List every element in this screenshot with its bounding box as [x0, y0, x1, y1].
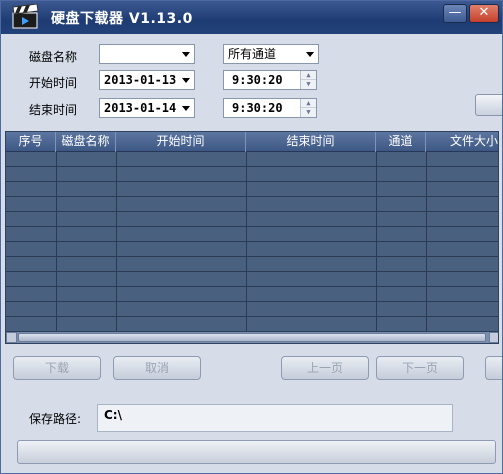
- horizontal-scrollbar[interactable]: [6, 331, 498, 343]
- prev-page-button[interactable]: 上一页: [281, 356, 369, 380]
- start-date-picker[interactable]: 2013-01-13: [99, 70, 195, 90]
- column-divider: [426, 152, 427, 335]
- spin-up-icon[interactable]: ▲: [301, 99, 316, 108]
- column-divider: [116, 152, 117, 335]
- start-time-label: 开始时间: [29, 76, 78, 90]
- spinner-buttons[interactable]: ▲ ▼: [300, 71, 316, 89]
- column-header[interactable]: 文件大小: [426, 132, 498, 152]
- disk-name-select[interactable]: [99, 44, 195, 64]
- chevron-down-icon[interactable]: [182, 106, 190, 111]
- file-table[interactable]: 序号 磁盘名称 开始时间 结束时间 通道 文件大小: [5, 131, 499, 344]
- column-header[interactable]: 结束时间: [246, 132, 376, 152]
- minimize-button[interactable]: —: [443, 4, 467, 23]
- column-divider: [56, 152, 57, 335]
- start-date-value: 2013-01-13: [104, 73, 177, 87]
- cancel-button[interactable]: 取消: [113, 356, 201, 380]
- end-date-value: 2013-01-14: [104, 101, 177, 115]
- column-header[interactable]: 通道: [376, 132, 426, 152]
- disk-name-label: 磁盘名称: [29, 50, 78, 64]
- close-button[interactable]: ✕: [469, 4, 499, 23]
- end-time-label: 结束时间: [29, 103, 78, 117]
- download-button[interactable]: 下载: [13, 356, 101, 380]
- scrollbar-thumb[interactable]: [18, 333, 486, 342]
- channel-value: 所有通道: [228, 47, 277, 61]
- clapperboard-icon: [12, 4, 39, 29]
- next-page-button[interactable]: 下一页: [376, 356, 464, 380]
- spin-down-icon[interactable]: ▼: [301, 108, 316, 117]
- window-title: 硬盘下载器 V1.13.0: [51, 11, 193, 27]
- spin-down-icon[interactable]: ▼: [301, 80, 316, 89]
- end-date-picker[interactable]: 2013-01-14: [99, 98, 195, 118]
- main-panel: 磁盘名称 所有通道 开始时间 2013-01-13 9:30:20 ▲ ▼ 结束…: [1, 34, 502, 473]
- spinner-buttons[interactable]: ▲ ▼: [300, 99, 316, 117]
- scroll-right-icon[interactable]: [489, 332, 498, 343]
- save-path-field[interactable]: C:\: [97, 404, 453, 432]
- column-header[interactable]: 磁盘名称: [56, 132, 116, 152]
- save-path-label: 保存路径:: [29, 412, 82, 426]
- start-time-value: 9:30:20: [232, 73, 283, 87]
- search-button[interactable]: [475, 94, 502, 116]
- spin-up-icon[interactable]: ▲: [301, 71, 316, 80]
- start-time-spinner[interactable]: 9:30:20 ▲ ▼: [223, 70, 317, 90]
- channel-select[interactable]: 所有通道: [223, 44, 319, 64]
- extra-button[interactable]: [485, 356, 502, 380]
- table-header: 序号 磁盘名称 开始时间 结束时间 通道 文件大小: [6, 132, 498, 152]
- download-progress-bar: [17, 440, 496, 464]
- chevron-down-icon[interactable]: [182, 78, 190, 83]
- column-divider: [376, 152, 377, 335]
- end-time-value: 9:30:20: [232, 101, 283, 115]
- app-window: 硬盘下载器 V1.13.0 — ✕ 磁盘名称 所有通道 开始时间 2013-01…: [0, 0, 503, 474]
- column-header[interactable]: 开始时间: [116, 132, 246, 152]
- chevron-down-icon[interactable]: [182, 52, 190, 57]
- end-time-spinner[interactable]: 9:30:20 ▲ ▼: [223, 98, 317, 118]
- column-divider: [246, 152, 247, 335]
- title-bar[interactable]: 硬盘下载器 V1.13.0 — ✕: [1, 1, 502, 34]
- scroll-left-icon[interactable]: [6, 332, 17, 343]
- chevron-down-icon[interactable]: [306, 52, 314, 57]
- column-header[interactable]: 序号: [6, 132, 56, 152]
